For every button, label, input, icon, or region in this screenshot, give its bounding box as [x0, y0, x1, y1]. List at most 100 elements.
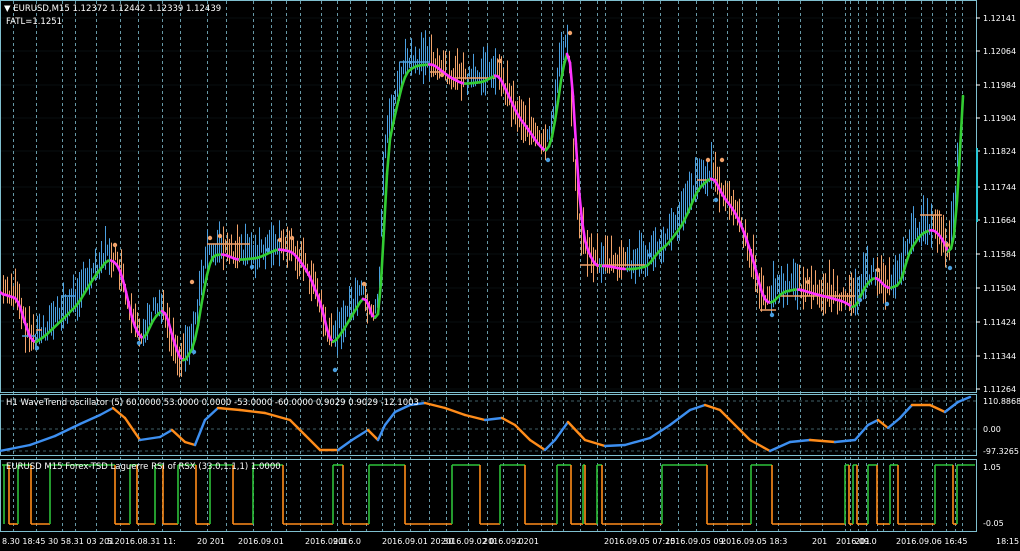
- time-tick-label: 201: [812, 537, 827, 546]
- price-tick-label: 1.11504: [983, 284, 1016, 293]
- wave-segment: [238, 408, 267, 415]
- wave-segment: [288, 418, 307, 437]
- price-tick-label: 1.11424: [983, 318, 1016, 327]
- signal-dot: [875, 267, 881, 273]
- wave-segment: [483, 416, 504, 422]
- time-tick-label: 2016.0: [333, 537, 361, 546]
- fatl-segment: [322, 315, 329, 331]
- wave-segment: [203, 406, 220, 422]
- price-tick-label: 1.11904: [983, 114, 1016, 123]
- wave-segment: [788, 438, 812, 444]
- fatl-segment: [580, 219, 587, 242]
- signal-dot: [545, 157, 551, 163]
- fatl-segment: [382, 172, 389, 231]
- signal-dot: [439, 72, 445, 78]
- signal-dot: [647, 252, 653, 258]
- fatl-segment: [958, 94, 965, 152]
- wave-segment: [648, 423, 672, 440]
- time-tick-label: 2 201: [516, 537, 539, 546]
- time-tick-label: 2016.09.05 09:: [665, 537, 726, 546]
- wave-segment: [350, 428, 370, 442]
- fatl-segment: [172, 339, 179, 352]
- fatl-segment: [385, 137, 392, 176]
- rsx-title: EURUSD M15 Forex-TSD Laguerre RSI of RSX…: [6, 462, 281, 472]
- wave-segment: [886, 416, 902, 430]
- fatl-segment: [394, 96, 401, 112]
- signal-dot: [136, 340, 142, 346]
- fatl-segment: [379, 227, 386, 284]
- fatl-segment: [196, 305, 203, 327]
- wave-segment: [78, 413, 102, 426]
- price-tick-label: 1.11664: [983, 216, 1016, 225]
- wave-segment: [703, 403, 722, 412]
- fatl-segment: [124, 290, 131, 307]
- wave-segment: [668, 408, 692, 427]
- wave-segment: [28, 434, 57, 447]
- signal-dot: [567, 30, 573, 36]
- fatl-segment: [571, 94, 578, 146]
- signal-dot: [265, 247, 271, 253]
- wave-segment: [623, 436, 652, 447]
- wave-segment: [603, 443, 627, 448]
- wave-segment: [898, 403, 914, 420]
- wave-segment: [833, 438, 857, 444]
- price-tick-label: 1.11984: [983, 81, 1016, 90]
- signal-dot: [112, 242, 118, 248]
- wavetrend-axis: 110.8868 0.00 -97.3265: [983, 397, 1020, 456]
- signal-dot: [713, 197, 719, 203]
- price-tick-label: 1.11744: [983, 183, 1016, 192]
- wave-segment: [158, 428, 174, 439]
- wave-segment: [943, 400, 960, 414]
- signal-dot: [705, 157, 711, 163]
- wave-segment: [768, 440, 792, 453]
- wave-segment: [528, 438, 547, 452]
- wave-segment: [566, 420, 587, 442]
- wave-segment: [688, 403, 707, 412]
- wave-tick-label: 0.00: [983, 425, 1001, 434]
- wave-segment: [138, 435, 162, 442]
- price-tick-label: 1.11264: [983, 385, 1016, 394]
- wave-segment: [193, 418, 207, 447]
- wave-segment: [443, 406, 467, 417]
- fatl-segment: [400, 75, 407, 88]
- fatl-segment: [388, 123, 395, 141]
- price-tick-label: 1.12064: [983, 47, 1016, 56]
- fatl-segment: [568, 61, 575, 98]
- signal-dot: [769, 312, 775, 318]
- signal-dot: [719, 157, 725, 163]
- price-tick-label: 1.11344: [983, 352, 1016, 361]
- wave-segment: [383, 410, 397, 427]
- wave-segment: [0, 443, 32, 453]
- price-tick-label: 1.11824: [983, 147, 1016, 156]
- signal-dot: [944, 242, 950, 248]
- rsx-tick-label: 1.05: [983, 463, 1001, 472]
- fatl-segment: [376, 280, 383, 316]
- signal-dot: [497, 58, 503, 64]
- time-tick-label: 20 201: [197, 537, 225, 546]
- signal-dot: [34, 345, 40, 351]
- horizontal-grid-lines: [1, 17, 976, 452]
- wave-segment: [463, 413, 487, 422]
- fatl-segment: [130, 315, 137, 328]
- wave-segment: [336, 438, 354, 452]
- wave-segment: [876, 418, 890, 430]
- time-tick-label: 8.30 18:45: [2, 537, 45, 546]
- rsx-axis: 1.05 -0.05: [983, 463, 1004, 528]
- wavetrend-title: H1 WaveTrend oscillator (5) 60.0000 53.0…: [6, 398, 419, 408]
- signal-dot: [207, 235, 213, 241]
- wave-segment: [866, 418, 880, 427]
- signal-dot: [191, 349, 197, 355]
- rsx-tick-label: -0.05: [983, 519, 1004, 528]
- wave-segment: [513, 423, 532, 442]
- fatl-value-label: FATL=1.1251: [6, 17, 63, 27]
- fatl-segment: [565, 52, 572, 65]
- wave-segment: [423, 401, 447, 410]
- time-tick-label: 30 5: [48, 537, 66, 546]
- fatl-segment: [742, 231, 749, 242]
- signal-dot: [189, 279, 195, 285]
- price-axis: 1.12141 1.12064 1.11984 1.11904 1.11824 1.117…: [976, 14, 1016, 394]
- wave-segment: [170, 428, 187, 444]
- wave-segment: [98, 406, 115, 417]
- wave-segment: [853, 423, 870, 442]
- wave-segment: [366, 428, 380, 442]
